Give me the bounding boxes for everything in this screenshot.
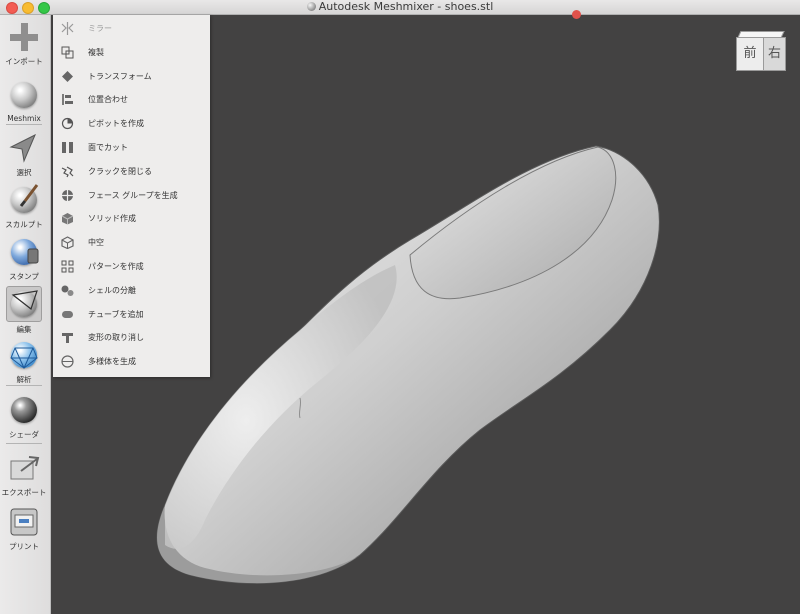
pivot-icon	[61, 118, 74, 130]
toolbar-print-button[interactable]: プリント	[0, 505, 48, 552]
mirror-icon	[61, 22, 74, 35]
toolbar-edit-button[interactable]: 編集	[0, 286, 48, 335]
sculpt-brush-icon	[7, 183, 41, 217]
window-title-group: Autodesk Meshmixer - shoes.stl	[0, 0, 800, 14]
toolbar-stamp-label: スタンプ	[9, 272, 39, 281]
menu-item-label: トランスフォーム	[88, 71, 152, 81]
toolbar-analysis-button[interactable]: 解析	[0, 338, 48, 385]
toolbar-shader-button[interactable]: シェーダ	[0, 393, 48, 440]
window-title: Autodesk Meshmixer - shoes.stl	[318, 0, 494, 13]
toolbar-export-button[interactable]: エクスポート	[0, 451, 48, 498]
menu-item-face-groups[interactable]: フェース グループを生成	[53, 184, 210, 208]
transform-icon	[62, 70, 73, 82]
toolbar-edit-label: 編集	[16, 325, 32, 334]
menu-item-label: 中空	[88, 238, 104, 248]
menu-item-align[interactable]: 位置合わせ	[53, 88, 210, 112]
meshmix-sphere-icon	[7, 78, 41, 112]
toolbar-divider	[6, 443, 42, 444]
view-cube[interactable]: 前 右	[736, 31, 786, 71]
toolbar-divider	[6, 124, 42, 125]
face-groups-icon	[62, 189, 73, 201]
menu-item-pivot[interactable]: ピボットを作成	[53, 112, 210, 136]
manifold-icon	[61, 355, 74, 368]
toolbar-meshmix-label: Meshmix	[7, 114, 41, 123]
toolbar-import-button[interactable]: インポート	[0, 20, 48, 67]
menu-item-duplicate[interactable]: 複製	[53, 41, 210, 65]
close-cracks-icon	[61, 166, 74, 178]
toolbar-sculpt-button[interactable]: スカルプト	[0, 183, 48, 230]
view-cube-front-face[interactable]: 前	[736, 37, 764, 71]
menu-item-label: チューブを追加	[88, 309, 144, 319]
duplicate-icon	[61, 46, 74, 59]
toolbar-shader-label: シェーダ	[9, 430, 39, 439]
menu-item-add-tube[interactable]: チューブを追加	[53, 303, 210, 327]
export-icon	[7, 451, 41, 485]
left-toolbar: インポート Meshmix 選択 スカルプト スタンプ 編集 解析 シェーダ エ…	[0, 15, 51, 614]
toolbar-sculpt-label: スカルプト	[5, 220, 43, 229]
menu-item-label: フェース グループを生成	[88, 190, 178, 200]
status-indicator	[572, 10, 581, 19]
menu-item-mirror[interactable]: ミラー	[53, 17, 210, 41]
hollow-icon	[61, 236, 74, 250]
menu-item-undo-deform[interactable]: 変形の取り消し	[53, 326, 210, 350]
toolbar-analysis-label: 解析	[16, 375, 32, 384]
analysis-icon	[7, 338, 41, 372]
add-tube-icon	[62, 310, 73, 318]
view-cube-right-face[interactable]: 右	[763, 37, 786, 71]
menu-item-transform[interactable]: トランスフォーム	[53, 65, 210, 89]
menu-item-label: パターンを作成	[88, 262, 144, 271]
toolbar-select-button[interactable]: 選択	[0, 131, 48, 178]
menu-item-pattern[interactable]: パターンを作成	[53, 255, 210, 279]
menu-item-label: 多様体を生成	[88, 357, 136, 367]
stamp-icon	[7, 235, 41, 269]
undo-deform-icon	[62, 333, 73, 344]
shader-sphere-icon	[7, 393, 41, 427]
menu-item-label: シェルの分離	[88, 285, 136, 295]
menu-item-plane-cut[interactable]: 面でカット	[53, 136, 210, 160]
toolbar-print-label: プリント	[9, 542, 39, 551]
menu-item-label: ピボットを作成	[88, 119, 144, 129]
print-icon	[7, 505, 41, 539]
title-bar: Autodesk Meshmixer - shoes.stl	[0, 0, 800, 15]
menu-item-make-solid[interactable]: ソリッド作成	[53, 207, 210, 231]
toolbar-divider	[6, 385, 42, 386]
toolbar-stamp-button[interactable]: スタンプ	[0, 235, 48, 282]
toolbar-export-label: エクスポート	[1, 488, 47, 497]
menu-item-label: 面でカット	[88, 143, 128, 152]
toolbar-select-label: 選択	[16, 168, 32, 177]
toolbar-meshmix-button[interactable]: Meshmix	[0, 78, 48, 123]
menu-item-hollow[interactable]: 中空	[53, 231, 210, 255]
separate-shells-icon	[61, 285, 74, 296]
align-icon	[62, 94, 73, 106]
edit-menu-panel: ミラー 複製 トランスフォーム 位置合わせ ピボットを作成 面でカット クラック…	[53, 15, 210, 377]
plane-cut-icon	[62, 142, 73, 153]
edit-icon	[6, 286, 42, 322]
plus-icon	[7, 20, 41, 54]
menu-item-label: 位置合わせ	[88, 95, 128, 105]
menu-item-label: 複製	[88, 47, 104, 57]
pattern-icon	[61, 260, 74, 273]
menu-item-separate-shells[interactable]: シェルの分離	[53, 279, 210, 303]
toolbar-import-label: インポート	[5, 57, 43, 66]
menu-item-label: ソリッド作成	[88, 214, 136, 224]
menu-item-close-cracks[interactable]: クラックを閉じる	[53, 160, 210, 184]
select-arrow-icon	[7, 131, 41, 165]
app-icon	[306, 2, 316, 11]
make-solid-icon	[61, 213, 74, 225]
menu-item-label: ミラー	[88, 24, 112, 33]
menu-item-label: クラックを閉じる	[88, 166, 152, 176]
menu-item-manifold[interactable]: 多様体を生成	[53, 350, 210, 374]
menu-item-label: 変形の取り消し	[88, 333, 144, 343]
